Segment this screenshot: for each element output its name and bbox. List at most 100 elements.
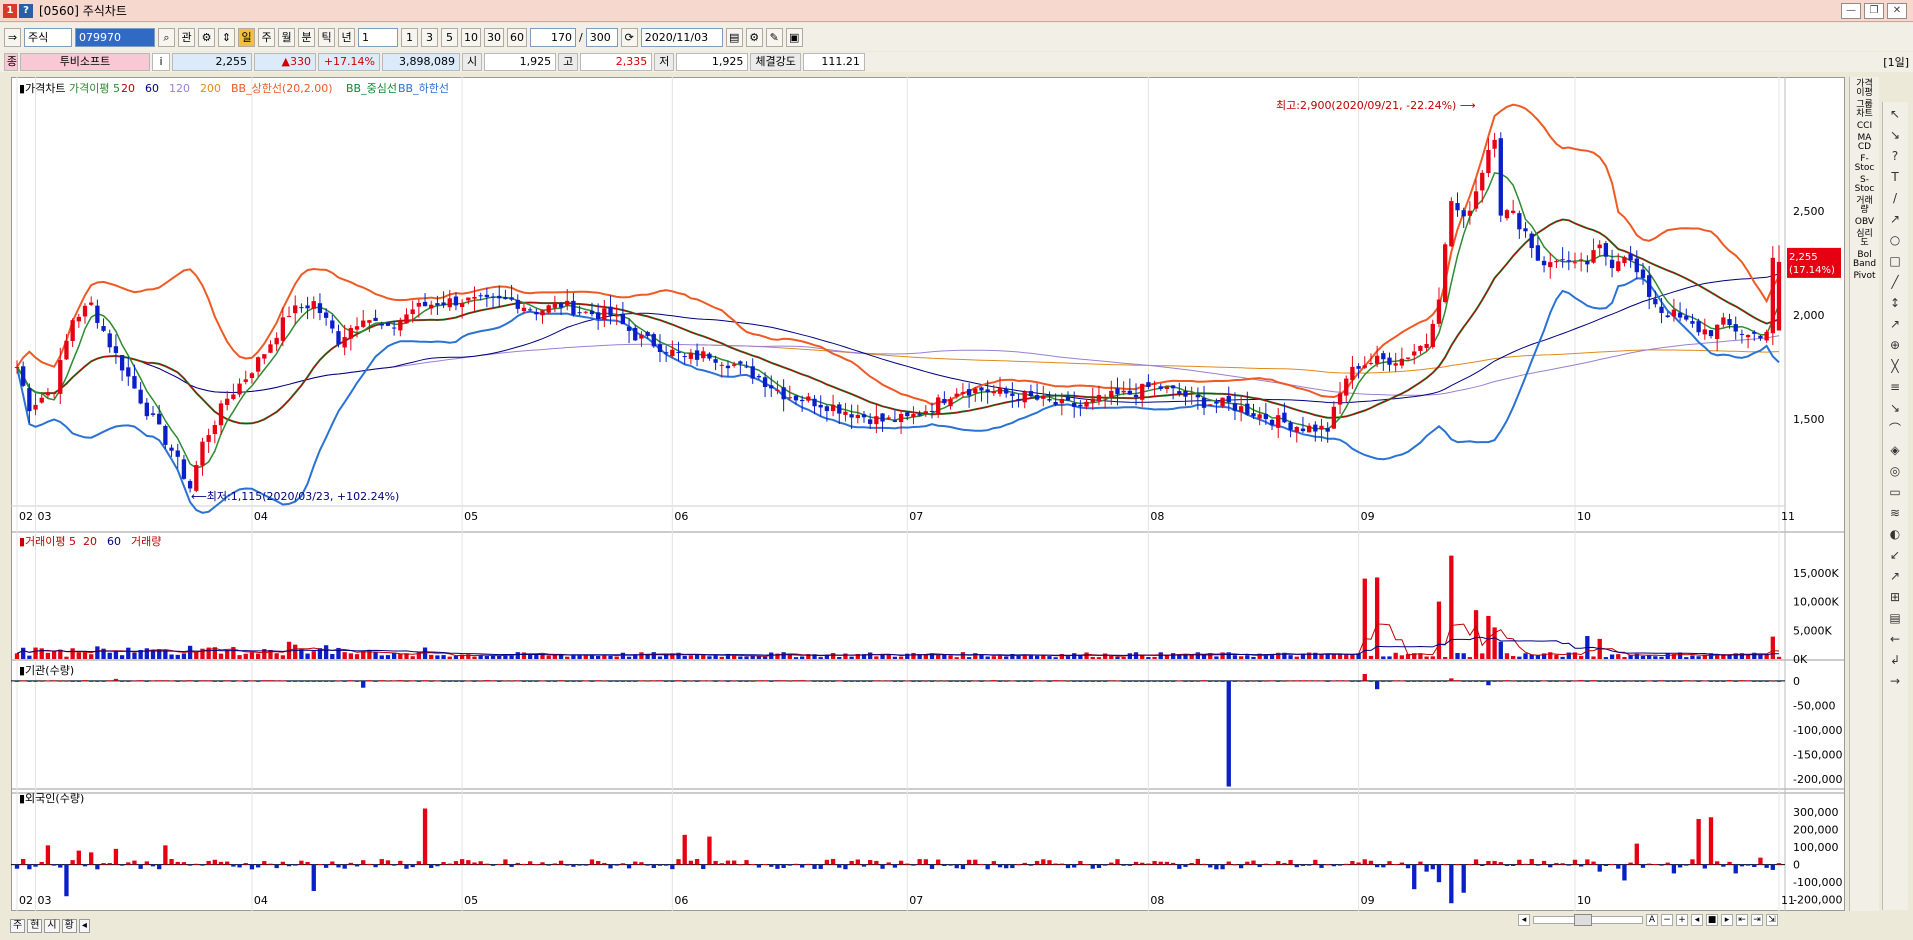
scroll-thumb[interactable] <box>1574 914 1592 926</box>
inst-bar <box>206 680 211 682</box>
expand-icon[interactable]: ⇲ <box>1766 914 1778 926</box>
interval-60-button[interactable]: 60 <box>507 27 527 47</box>
indicator-7[interactable]: OBV <box>1850 218 1879 227</box>
config-icon[interactable]: ⚙ <box>745 27 763 47</box>
scroll-home-icon[interactable]: ⇤ <box>1736 914 1748 926</box>
indicator-3[interactable]: MA CD <box>1850 134 1879 152</box>
interval-5-button[interactable]: 5 <box>441 27 458 47</box>
zoom-out-icon[interactable]: − <box>1661 914 1673 926</box>
count-input[interactable]: 170 <box>530 27 576 47</box>
indicator-6[interactable]: 거래 량 <box>1850 197 1879 215</box>
link-icon[interactable]: ⇒ <box>4 27 21 47</box>
volume-bar <box>249 652 255 659</box>
draw-tool-icon-5[interactable]: ↗ <box>1885 210 1905 228</box>
draw-tool-icon-7[interactable]: □ <box>1885 252 1905 270</box>
draw-tool-icon-6[interactable]: ○ <box>1885 231 1905 249</box>
draw-tool-icon-20[interactable]: ◐ <box>1885 525 1905 543</box>
draw-tool-icon-16[interactable]: ◈ <box>1885 441 1905 459</box>
next-icon[interactable]: ▸ <box>1721 914 1733 926</box>
refresh-icon[interactable]: ⟳ <box>620 27 638 47</box>
interval-1-button[interactable]: 1 <box>401 27 418 47</box>
close-button[interactable]: ✕ <box>1887 3 1907 19</box>
tab-hwang[interactable]: 황 <box>61 919 77 933</box>
stock-chart[interactable]: 0202030304040505060607070808090910101111… <box>11 77 1845 911</box>
foreign-bar <box>1393 864 1398 866</box>
font-icon[interactable]: A <box>1646 914 1658 926</box>
market-select[interactable]: 주식 <box>24 27 72 47</box>
draw-tool-icon-11[interactable]: ⊕ <box>1885 336 1905 354</box>
draw-tool-icon-9[interactable]: ↕ <box>1885 294 1905 312</box>
period-month-button[interactable]: 월 <box>278 27 295 47</box>
minimize-button[interactable]: — <box>1841 3 1861 19</box>
draw-tool-icon-14[interactable]: ↘ <box>1885 399 1905 417</box>
draw-tool-icon-10[interactable]: ↗ <box>1885 315 1905 333</box>
draw-tool-icon-1[interactable]: ↘ <box>1885 126 1905 144</box>
unit-select[interactable]: 1 <box>358 27 398 47</box>
draw-tool-icon-26[interactable]: ↲ <box>1885 651 1905 669</box>
candle <box>1745 334 1751 338</box>
date-select[interactable]: 2020/11/03 <box>640 27 723 47</box>
interval-3-button[interactable]: 3 <box>421 27 438 47</box>
gwan-button[interactable]: 관 <box>178 27 195 47</box>
print-icon[interactable]: ▤ <box>725 27 743 47</box>
period-tick-button[interactable]: 틱 <box>318 27 335 47</box>
draw-tool-icon-21[interactable]: ↙ <box>1885 546 1905 564</box>
draw-tool-icon-4[interactable]: / <box>1885 189 1905 207</box>
tab-hyeon[interactable]: 현 <box>27 919 43 933</box>
foreign-bar <box>1473 859 1479 865</box>
indicator-0[interactable]: 가격 이평 <box>1850 80 1879 98</box>
draw-tool-icon-18[interactable]: ▭ <box>1885 483 1905 501</box>
restore-button[interactable]: ❐ <box>1864 3 1884 19</box>
foreign-bar <box>1344 863 1349 865</box>
volume-bar <box>1393 652 1398 659</box>
draw-tool-icon-0[interactable]: ↖ <box>1885 105 1905 123</box>
draw-tool-icon-22[interactable]: ↗ <box>1885 567 1905 585</box>
tool-icon[interactable]: ✎ <box>765 27 783 47</box>
zoom-in-icon[interactable]: + <box>1676 914 1688 926</box>
scroll-end-icon[interactable]: ⇥ <box>1751 914 1763 926</box>
total-input[interactable]: 300 <box>585 27 618 47</box>
draw-tool-icon-24[interactable]: ▤ <box>1885 609 1905 627</box>
indicator-9[interactable]: Bol Band <box>1850 251 1879 269</box>
period-day-button[interactable]: 일 <box>238 27 255 47</box>
tab-ju[interactable]: 주 <box>10 919 26 933</box>
period-minute-button[interactable]: 분 <box>298 27 315 47</box>
stepper-icon[interactable]: ⇕ <box>218 27 235 47</box>
draw-tool-icon-25[interactable]: ← <box>1885 630 1905 648</box>
candle <box>280 317 286 341</box>
draw-tool-icon-8[interactable]: ╱ <box>1885 273 1905 291</box>
draw-tool-icon-23[interactable]: ⊞ <box>1885 588 1905 606</box>
period-week-button[interactable]: 주 <box>258 27 275 47</box>
tab-si[interactable]: 시 <box>44 919 60 933</box>
search-icon[interactable]: ⌕ <box>158 27 175 47</box>
help-icon[interactable]: ? <box>19 3 33 18</box>
indicator-2[interactable]: CCI <box>1850 122 1879 131</box>
draw-tool-icon-15[interactable]: ⌒ <box>1885 420 1905 438</box>
indicator-4[interactable]: F- Stoc <box>1850 155 1879 173</box>
indicator-8[interactable]: 심리 도 <box>1850 230 1879 248</box>
stock-code-input[interactable]: 079970 <box>75 27 155 47</box>
info-button[interactable]: i <box>152 53 170 71</box>
draw-tool-icon-13[interactable]: ≡ <box>1885 378 1905 396</box>
draw-tool-icon-17[interactable]: ◎ <box>1885 462 1905 480</box>
draw-tool-icon-2[interactable]: ? <box>1885 147 1905 165</box>
window-icon[interactable]: ▣ <box>785 27 803 47</box>
scroll-track[interactable] <box>1533 914 1643 926</box>
prev-icon[interactable]: ◂ <box>1691 914 1703 926</box>
interval-30-button[interactable]: 30 <box>484 27 504 47</box>
indicator-1[interactable]: 그룹 차트 <box>1850 101 1879 119</box>
period-year-button[interactable]: 년 <box>338 27 355 47</box>
inst-bar <box>1436 680 1442 682</box>
draw-tool-icon-12[interactable]: ╳ <box>1885 357 1905 375</box>
settings-icon[interactable]: ⚙ <box>198 27 215 47</box>
draw-tool-icon-27[interactable]: → <box>1885 672 1905 690</box>
interval-10-button[interactable]: 10 <box>461 27 481 47</box>
scroll-left-icon[interactable]: ◂ <box>78 919 90 933</box>
candle <box>732 364 737 366</box>
stop-icon[interactable]: ■ <box>1706 914 1718 926</box>
indicator-5[interactable]: S- Stoc <box>1850 176 1879 194</box>
scroll-left-icon[interactable]: ◂ <box>1518 914 1530 926</box>
draw-tool-icon-3[interactable]: T <box>1885 168 1905 186</box>
draw-tool-icon-19[interactable]: ≋ <box>1885 504 1905 522</box>
indicator-10[interactable]: Pivot <box>1850 272 1879 281</box>
